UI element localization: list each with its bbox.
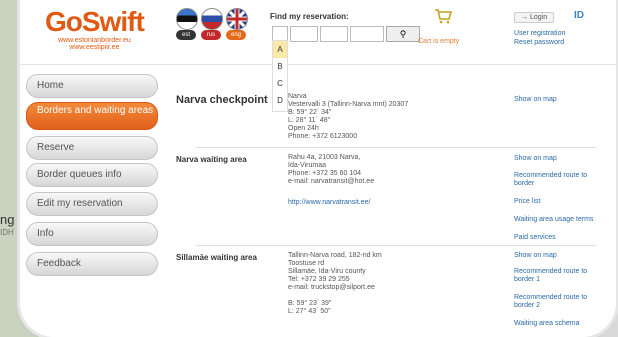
login-label: Login [529,14,548,21]
flag-estonia-icon[interactable] [176,8,198,30]
reservation-letter-dropdown[interactable]: A B C D [272,40,288,112]
reservation-code-field-1[interactable] [290,26,318,42]
lang-eng-label[interactable]: eng [226,30,246,40]
sidebar-item-borders[interactable]: Borders and waiting areas [26,102,158,130]
section-title-narva-waiting: Narva waiting area [176,155,247,164]
narva-transit-website-link[interactable]: http://www.narvatransit.ee/ [288,199,370,207]
dropdown-option-b[interactable]: B [273,58,287,75]
flag-russia-icon[interactable] [201,8,223,30]
lang-est-label[interactable]: est [176,30,196,40]
flag-uk-icon[interactable] [226,8,248,30]
sillamae-schema-link[interactable]: Waiting area schema [514,320,604,328]
reset-password-link[interactable]: Reset password [514,39,564,46]
reservation-code-field-3[interactable] [350,26,384,42]
narva-waiting-address: Rahu 4a, 21003 Narva, Ida-Virumaa Phone:… [288,154,375,185]
id-card-label: ID [574,10,584,21]
narva-waiting-price-link[interactable]: Price list [514,198,604,206]
id-card-icon[interactable]: ID [574,10,584,21]
reservation-code-field-2[interactable] [320,26,348,42]
sillamae-waiting-address: Tallinn-Narva road, 182-nd km Toostuse r… [288,252,382,315]
user-registration-link[interactable]: User registration [514,30,565,37]
sidebar-item-border-queues[interactable]: Border queues info [26,163,158,187]
logo-text: GoSwift [45,6,145,37]
section-title-narva-checkpoint: Narva checkpoint [176,94,268,106]
site-logo[interactable]: GoSwift www.estonianborder.eu www.eestip… [45,6,145,52]
narva-waiting-terms-link[interactable]: Waiting area usage terms [514,216,604,224]
dropdown-option-a[interactable]: A [273,41,287,58]
narva-checkpoint-address: Narva Vestervalli 3 (Tallinn-Narva mnt) … [288,93,409,140]
sidebar-item-home[interactable]: Home [26,74,158,98]
map-label-1: ng [0,212,15,227]
site-header: GoSwift www.estonianborder.eu www.eestip… [20,0,616,65]
cart-status[interactable]: Cart is empty [418,38,459,45]
divider [196,245,596,246]
divider [196,147,596,148]
logo-url-2: www.eestipiir.ee [69,44,120,51]
find-reservation-label: Find my reservation: [270,12,349,21]
sidebar-item-info[interactable]: Info [26,222,158,246]
narva-waiting-map-link[interactable]: Show on map [514,155,604,163]
dropdown-option-d[interactable]: D [273,92,287,109]
section-title-sillamae-waiting: Sillamäe waiting area [176,253,257,262]
sidebar-item-edit-reservation[interactable]: Edit my reservation [26,192,158,216]
sillamae-route-1-link[interactable]: Recommended route to border 1 [514,268,604,284]
login-button[interactable]: → Login [514,12,555,23]
sillamae-map-link[interactable]: Show on map [514,252,604,260]
dropdown-option-c[interactable]: C [273,75,287,92]
narva-waiting-paid-services-link[interactable]: Paid services [514,234,604,242]
search-button[interactable]: ⚲ [386,26,420,42]
sidebar-item-reserve[interactable]: Reserve [26,136,158,160]
sillamae-route-2-link[interactable]: Recommended route to border 2 [514,294,604,310]
map-label-2: IDH [0,228,14,237]
narva-waiting-route-link[interactable]: Recommended route to border [514,172,604,188]
sidebar-item-feedback[interactable]: Feedback [26,252,158,276]
browser-page: GoSwift www.estonianborder.eu www.eestip… [20,0,616,337]
lang-rus-label[interactable]: rus [201,30,221,40]
narva-checkpoint-map-link[interactable]: Show on map [514,96,604,104]
search-icon: ⚲ [399,29,407,39]
cart-icon[interactable] [434,8,453,27]
